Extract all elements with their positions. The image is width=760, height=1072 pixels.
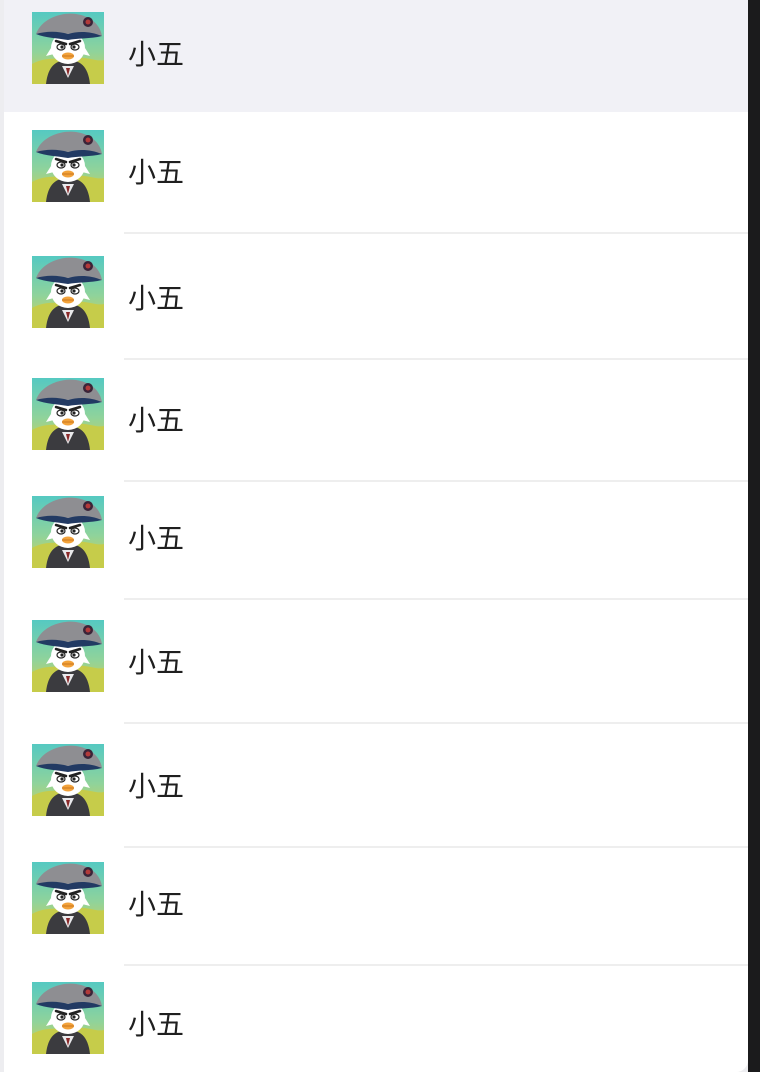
avatar[interactable] (32, 620, 104, 692)
contact-row[interactable]: 小五 (4, 360, 748, 482)
penguin-general-avatar-icon (32, 620, 104, 692)
contact-row[interactable]: 小五 (4, 966, 748, 1072)
penguin-general-avatar-icon (32, 256, 104, 328)
avatar[interactable] (32, 496, 104, 568)
penguin-general-avatar-icon (32, 130, 104, 202)
penguin-general-avatar-icon (32, 12, 104, 84)
penguin-general-avatar-icon (32, 496, 104, 568)
contact-name: 小五 (128, 156, 185, 189)
contact-row[interactable]: 小五 (4, 848, 748, 966)
contact-list: 小五 小五 小五 小五 小五 小五 小五 小五 小五 (4, 0, 748, 1072)
contact-row[interactable]: 小五 (4, 112, 748, 234)
contact-sheet: 小五 小五 小五 小五 小五 小五 小五 小五 小五 (4, 0, 748, 1072)
avatar[interactable] (32, 862, 104, 934)
contact-name: 小五 (128, 404, 185, 437)
contact-name: 小五 (128, 522, 185, 555)
contact-row[interactable]: 小五 (4, 600, 748, 724)
penguin-general-avatar-icon (32, 378, 104, 450)
penguin-general-avatar-icon (32, 862, 104, 934)
contact-name: 小五 (128, 888, 185, 921)
avatar[interactable] (32, 744, 104, 816)
contact-name: 小五 (128, 282, 185, 315)
contact-row[interactable]: 小五 (4, 724, 748, 848)
avatar[interactable] (32, 12, 104, 84)
penguin-general-avatar-icon (32, 982, 104, 1054)
contact-row[interactable]: 小五 (4, 482, 748, 600)
contact-name: 小五 (128, 38, 185, 71)
contact-row[interactable]: 小五 (4, 0, 748, 112)
screen-edge (748, 0, 760, 1072)
avatar[interactable] (32, 256, 104, 328)
avatar[interactable] (32, 378, 104, 450)
avatar[interactable] (32, 130, 104, 202)
contact-name: 小五 (128, 1008, 185, 1041)
contact-row[interactable]: 小五 (4, 234, 748, 360)
penguin-general-avatar-icon (32, 744, 104, 816)
avatar[interactable] (32, 982, 104, 1054)
contact-name: 小五 (128, 646, 185, 679)
contact-name: 小五 (128, 770, 185, 803)
